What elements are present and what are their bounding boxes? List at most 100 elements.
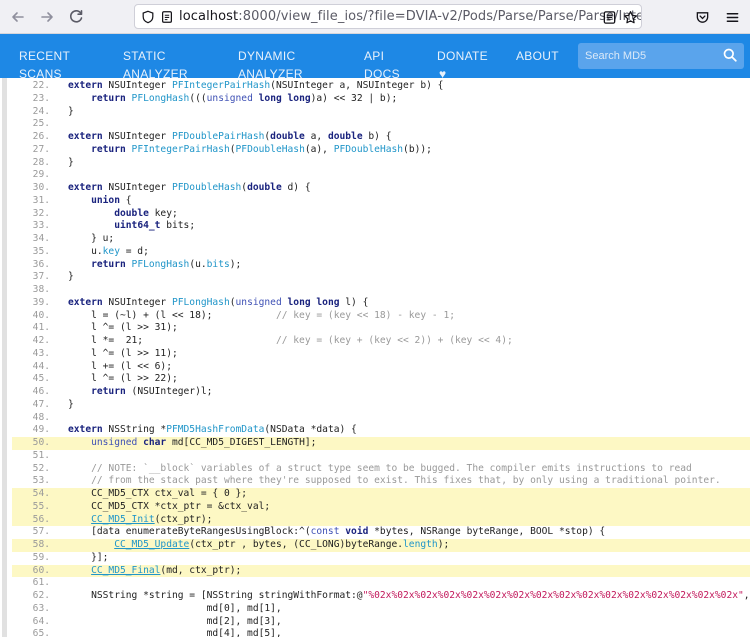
code-line: 28.} — [12, 157, 750, 170]
source-code: 22. extern NSUInteger PFIntegerPairHash(N… — [12, 80, 750, 637]
code-text: md[0], md[1], — [68, 602, 282, 614]
code-line: 33. uint64_t bits; — [12, 220, 750, 233]
line-number: 28. — [32, 156, 50, 168]
line-number: 35. — [32, 245, 50, 257]
code-line: 26. extern NSUInteger PFDoublePairHash(do… — [12, 131, 750, 144]
nav-static-analyzer-line1: STATIC — [123, 49, 166, 63]
code-line: 62. NSString *string = [NSString stringW… — [12, 590, 750, 603]
line-number: 54. — [32, 488, 50, 499]
line-number: 59. — [32, 551, 50, 563]
code-text: l ^= (l >> 22); — [68, 373, 178, 385]
line-number: 22. — [32, 80, 50, 91]
line-number: 49. — [32, 424, 50, 436]
code-text: extern NSUInteger PFDoublePairHash(doubl… — [68, 131, 392, 142]
code-line: 25. — [12, 118, 750, 131]
code-text: union { — [91, 194, 132, 206]
code-text: NSString *string = [NSString stringWithF… — [68, 590, 750, 601]
nav-dynamic-analyzer-line1: DYNAMIC — [238, 49, 296, 63]
code-line: 27. return PFIntegerPairHash(PFDoubleHas… — [12, 144, 750, 157]
code-text: CC_MD5_CTX ctx_val = { 0 }; — [68, 488, 248, 499]
code-line: 54. CC_MD5_CTX ctx_val = { 0 }; — [12, 488, 750, 501]
line-number: 37. — [32, 271, 50, 283]
code-text: } — [68, 156, 74, 168]
code-line: 34. } u; — [12, 233, 750, 246]
code-text: l ^= (l >> 11); — [68, 347, 178, 359]
code-line: 41. l ^= (l >> 31); — [12, 322, 750, 335]
line-number: 26. — [32, 131, 50, 142]
left-gutter — [0, 78, 12, 637]
url-text[interactable]: localhost:8000/view_file_ios/?file=DVIA-… — [179, 9, 642, 24]
code-line: 35. u.key = d; — [12, 246, 750, 259]
code-line: 59. }]; — [12, 552, 750, 565]
code-line: 30. extern NSUInteger PFDoubleHash(double… — [12, 182, 750, 195]
nav-about-line1: ABOUT — [516, 49, 559, 63]
line-number: 38. — [32, 284, 50, 295]
code-line: 56. CC_MD5_Init(ctx_ptr); — [12, 513, 750, 527]
line-number: 48. — [32, 411, 50, 423]
code-text: double key; — [114, 207, 178, 219]
code-line: 32. double key; — [12, 208, 750, 221]
line-number: 30. — [32, 182, 50, 193]
reload-icon[interactable] — [66, 7, 86, 27]
code-line: 31. union { — [12, 195, 750, 208]
line-number: 33. — [32, 220, 50, 232]
line-number: 40. — [32, 309, 50, 321]
code-text: uint64_t bits; — [114, 220, 196, 232]
code-line: 65. md[4], md[5], — [12, 628, 750, 637]
reader-view-icon[interactable] — [599, 7, 619, 27]
search-icon[interactable] — [722, 47, 738, 63]
menu-icon[interactable] — [722, 7, 742, 27]
code-text: return PFLongHash(((unsigned long long)a… — [91, 92, 398, 104]
code-line: 64. md[2], md[3], — [12, 616, 750, 629]
page-info-icon[interactable] — [158, 8, 176, 26]
line-number: 36. — [32, 258, 50, 270]
code-line: 47.} — [12, 399, 750, 412]
code-text: md[2], md[3], — [68, 615, 282, 627]
back-arrow-icon[interactable] — [8, 7, 28, 27]
line-number: 47. — [32, 398, 50, 410]
code-text: extern NSUInteger PFLongHash(unsigned lo… — [68, 296, 369, 308]
code-text: md[4], md[5], — [68, 628, 282, 637]
app-navbar: RECENT SCANS STATIC ANALYZER DYNAMIC ANA… — [0, 34, 750, 81]
line-number: 51. — [32, 449, 50, 461]
line-number: 55. — [32, 500, 50, 512]
bookmark-star-icon[interactable] — [620, 7, 640, 27]
url-bar[interactable]: localhost:8000/view_file_ios/?file=DVIA-… — [134, 4, 642, 29]
code-text: extern NSUInteger PFIntegerPairHash(NSUI… — [68, 80, 444, 91]
code-line: 39. extern NSUInteger PFLongHash(unsigned… — [12, 297, 750, 310]
url-path: :8000/view_file_ios/?file=DVIA-v2/Pods/P… — [238, 9, 642, 24]
line-number: 29. — [32, 169, 50, 181]
forward-arrow-icon[interactable] — [37, 7, 57, 27]
line-number: 42. — [32, 335, 50, 346]
line-number: 41. — [32, 322, 50, 334]
code-line: 40. l = (~l) + (l << 18); // key = (key … — [12, 310, 750, 323]
search-md5-input[interactable] — [578, 43, 718, 69]
line-number: 61. — [32, 577, 50, 589]
code-text: u.key = d; — [68, 245, 149, 257]
code-text: // NOTE: `__block` variables of a struct… — [91, 462, 692, 474]
code-text: l *= 21; // key = (key + (key << 2)) + (… — [68, 335, 513, 346]
code-line: 55. CC_MD5_CTX *ctx_ptr = &ctx_val; — [12, 500, 750, 514]
code-line: 37.} — [12, 271, 750, 284]
nav-about[interactable]: ABOUT — [516, 47, 559, 65]
code-line: 43. l ^= (l >> 11); — [12, 348, 750, 361]
browser-toolbar: localhost:8000/view_file_ios/?file=DVIA-… — [0, 0, 750, 34]
code-line: 51. — [12, 450, 750, 463]
shield-icon[interactable] — [139, 8, 157, 26]
code-text: extern NSString *PFMD5HashFromData(NSDat… — [68, 424, 357, 436]
line-number: 39. — [32, 296, 50, 308]
code-text: CC_MD5_CTX *ctx_ptr = &ctx_val; — [68, 500, 271, 512]
code-text: return PFLongHash(u.bits); — [91, 258, 242, 270]
code-text: } — [68, 271, 74, 283]
code-text: unsigned char md[CC_MD5_DIGEST_LENGTH]; — [91, 437, 317, 448]
line-number: 57. — [32, 526, 50, 538]
line-number: 25. — [32, 118, 50, 130]
code-line: 61. — [12, 577, 750, 590]
code-line: 53. // from the stack past where they're… — [12, 475, 750, 488]
code-text: // from the stack past where they're sup… — [91, 475, 721, 487]
code-line: 60. CC_MD5_Final(md, ctx_ptr); — [12, 564, 750, 578]
line-number: 60. — [32, 564, 50, 576]
line-number: 23. — [32, 92, 50, 104]
pocket-icon[interactable] — [692, 7, 712, 27]
line-number: 27. — [32, 143, 50, 155]
